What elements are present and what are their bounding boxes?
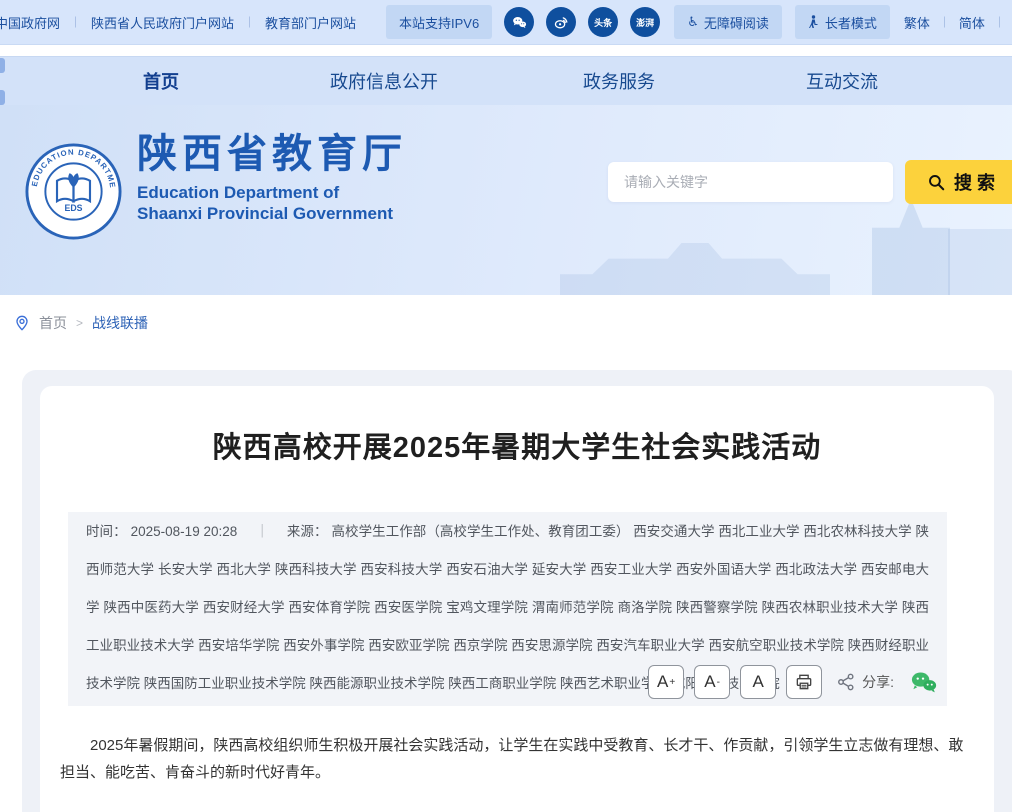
font-reset-button[interactable]: A <box>740 665 776 699</box>
tower-silhouette <box>872 199 950 295</box>
breadcrumb: 首页 > 战线联播 <box>14 313 148 333</box>
nav-home[interactable]: 首页 <box>143 57 179 105</box>
font-decrease-button[interactable]: A- <box>694 665 730 699</box>
source-label: 来源： <box>287 524 328 539</box>
top-bar-right: 本站支持IPV6 头条 澎湃 ♿ <box>386 0 1012 44</box>
search-input[interactable] <box>608 162 893 202</box>
site-title-block: 陕西省教育厅 Education Department of Shaanxi P… <box>137 131 407 224</box>
wechat-bubbles-icon <box>511 14 528 31</box>
weibo-eye-icon <box>553 14 570 31</box>
svg-text:EDS: EDS <box>65 203 83 213</box>
main-nav: 首页 政府信息公开 政务服务 互动交流 <box>0 56 1012 106</box>
ipv6-badge[interactable]: 本站支持IPV6 <box>386 5 492 39</box>
nav-interaction[interactable]: 互动交流 <box>806 57 878 105</box>
weibo-icon[interactable] <box>546 7 576 37</box>
article-toolbar: A+ A- A <box>648 665 937 699</box>
separator: ｜ <box>70 14 81 30</box>
gov-links: 中国政府网 ｜ 陕西省人民政府门户网站 ｜ 教育部门户网站 <box>0 13 356 32</box>
edge-decor <box>0 90 5 105</box>
nav-gov-services[interactable]: 政务服务 <box>583 57 655 105</box>
nav-gov-info[interactable]: 政府信息公开 <box>330 57 438 105</box>
wheelchair-icon: ♿ <box>687 14 699 30</box>
elder-mode-button[interactable]: 长者模式 <box>795 5 890 39</box>
font-increase-button[interactable]: A+ <box>648 665 684 699</box>
search-button[interactable]: 搜 索 <box>905 160 1012 204</box>
share-group: 分享: <box>836 672 894 692</box>
article-card: 陕西高校开展2025年暑期大学生社会实践活动 时间： 2025-08-19 20:… <box>40 386 994 812</box>
accessibility-button[interactable]: ♿ 无障碍阅读 <box>674 5 782 39</box>
article-body: 2025年暑假期间，陕西高校组织师生积极开展社会实践活动，让学生在实践中受教育、… <box>60 732 974 786</box>
breadcrumb-current: 战线联播 <box>92 313 148 333</box>
wechat-share-button[interactable] <box>910 670 937 694</box>
breadcrumb-separator: > <box>76 316 83 330</box>
wechat-icon[interactable] <box>504 7 534 37</box>
share-nodes-icon <box>836 672 856 692</box>
utility-links: 繁体 ｜ 简体 ｜ 登录 ｜ 注册 ｜ 智慧教育平台 <box>904 13 1012 32</box>
elder-person-icon <box>808 15 820 29</box>
eds-logo-icon: EDUCATION DEPARTMENT OF SHAANXI EDS <box>25 143 122 240</box>
link-moe-portal[interactable]: 教育部门户网站 <box>265 13 356 32</box>
link-china-gov[interactable]: 中国政府网 <box>0 13 60 32</box>
article-meta-box: 时间：2025-08-19 20:28｜来源：高校学生工作部（高校学生工作处、教… <box>68 512 947 706</box>
time-label: 时间： <box>86 524 127 539</box>
share-label: 分享: <box>862 672 894 692</box>
separator: ｜ <box>244 14 255 30</box>
separator: ｜ <box>939 14 950 30</box>
top-bar: 中国政府网 ｜ 陕西省人民政府门户网站 ｜ 教育部门户网站 本站支持IPV6 <box>0 0 1012 45</box>
pagoda-silhouette <box>560 243 830 295</box>
printer-icon <box>794 672 814 692</box>
link-shaanxi-gov[interactable]: 陕西省人民政府门户网站 <box>91 13 234 32</box>
location-pin-icon <box>14 315 30 331</box>
link-traditional[interactable]: 繁体 <box>904 13 930 32</box>
site-name-english: Education Department of Shaanxi Provinci… <box>137 182 407 224</box>
edge-decor <box>0 58 5 73</box>
breadcrumb-home[interactable]: 首页 <box>39 313 67 333</box>
link-simplified[interactable]: 简体 <box>959 13 985 32</box>
site-logo[interactable]: EDUCATION DEPARTMENT OF SHAANXI EDS <box>25 143 122 240</box>
search-icon <box>927 173 946 192</box>
search-box <box>608 162 893 202</box>
time-value: 2025-08-19 20:28 <box>131 524 238 539</box>
pengpai-icon[interactable]: 澎湃 <box>630 7 660 37</box>
separator: ｜ <box>994 14 1005 30</box>
wechat-green-icon <box>910 670 937 694</box>
meta-separator: ｜ <box>255 524 269 539</box>
building-silhouette <box>948 229 1012 295</box>
content-outer-card: 陕西高校开展2025年暑期大学生社会实践活动 时间： 2025-08-19 20:… <box>22 370 1012 812</box>
article-title: 陕西高校开展2025年暑期大学生社会实践活动 <box>40 424 994 466</box>
site-name-chinese: 陕西省教育厅 <box>137 131 407 177</box>
site-header-banner: EDUCATION DEPARTMENT OF SHAANXI EDS 陕西省教… <box>0 105 1012 295</box>
print-button[interactable] <box>786 665 822 699</box>
toutiao-icon[interactable]: 头条 <box>588 7 618 37</box>
